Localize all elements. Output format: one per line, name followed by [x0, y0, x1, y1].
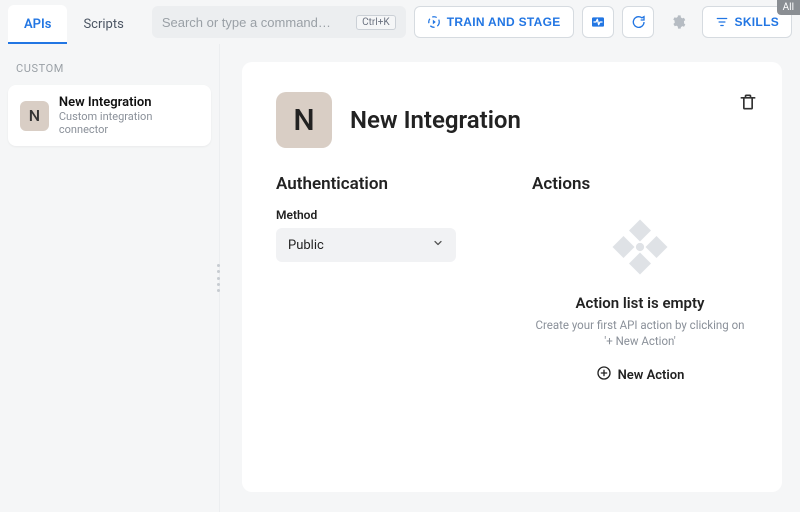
method-value: Public — [288, 238, 324, 253]
empty-actions-icon — [607, 214, 673, 280]
tab-scripts[interactable]: Scripts — [67, 5, 139, 44]
search-box[interactable]: Ctrl+K — [152, 6, 406, 38]
sidebar-resize-handle[interactable] — [217, 264, 221, 292]
actions-empty-state: Action list is empty Create your first A… — [532, 208, 748, 385]
tabs: APIs Scripts — [8, 0, 140, 44]
delete-button[interactable] — [734, 88, 762, 116]
authentication-column: Authentication Method Public — [276, 174, 492, 385]
empty-title: Action list is empty — [575, 294, 704, 312]
topbar: APIs Scripts Ctrl+K TRAIN AND STAGE SKIL… — [0, 0, 800, 44]
sidebar-item-title: New Integration — [59, 95, 199, 110]
page-title: New Integration — [350, 106, 521, 134]
actions-column: Actions Action list is empty Create your… — [532, 174, 748, 385]
search-input[interactable] — [162, 15, 348, 30]
panel-header: N New Integration — [276, 92, 748, 148]
deploy-icon — [427, 15, 441, 29]
plus-circle-icon — [596, 365, 612, 385]
chat-button[interactable] — [622, 6, 654, 38]
train-and-stage-label: TRAIN AND STAGE — [447, 15, 561, 29]
corner-tag: All — [777, 0, 800, 15]
main-content: N New Integration Authentication Method … — [220, 44, 800, 512]
sidebar-section-custom: CUSTOM — [8, 58, 211, 85]
sidebar-item-subtitle: Custom integration connector — [59, 110, 199, 136]
tab-apis[interactable]: APIs — [8, 5, 67, 44]
new-action-button[interactable]: New Action — [596, 365, 685, 385]
chevron-down-icon — [432, 237, 444, 253]
train-and-stage-button[interactable]: TRAIN AND STAGE — [414, 6, 574, 38]
sidebar: CUSTOM N New Integration Custom integrat… — [0, 44, 220, 512]
filter-icon — [715, 15, 729, 29]
auth-heading: Authentication — [276, 174, 492, 194]
integration-panel: N New Integration Authentication Method … — [242, 62, 782, 492]
method-select[interactable]: Public — [276, 228, 456, 262]
search-shortcut: Ctrl+K — [356, 15, 396, 30]
skills-label: SKILLS — [735, 15, 779, 29]
integration-avatar: N — [20, 101, 49, 131]
actions-heading: Actions — [532, 174, 748, 194]
new-action-label: New Action — [618, 368, 685, 383]
empty-subtitle: Create your first API action by clicking… — [532, 318, 748, 349]
method-label: Method — [276, 208, 492, 222]
settings-button[interactable] — [662, 6, 694, 38]
sidebar-item-new-integration[interactable]: N New Integration Custom integration con… — [8, 85, 211, 146]
integration-large-avatar: N — [276, 92, 332, 148]
activity-button[interactable] — [582, 6, 614, 38]
